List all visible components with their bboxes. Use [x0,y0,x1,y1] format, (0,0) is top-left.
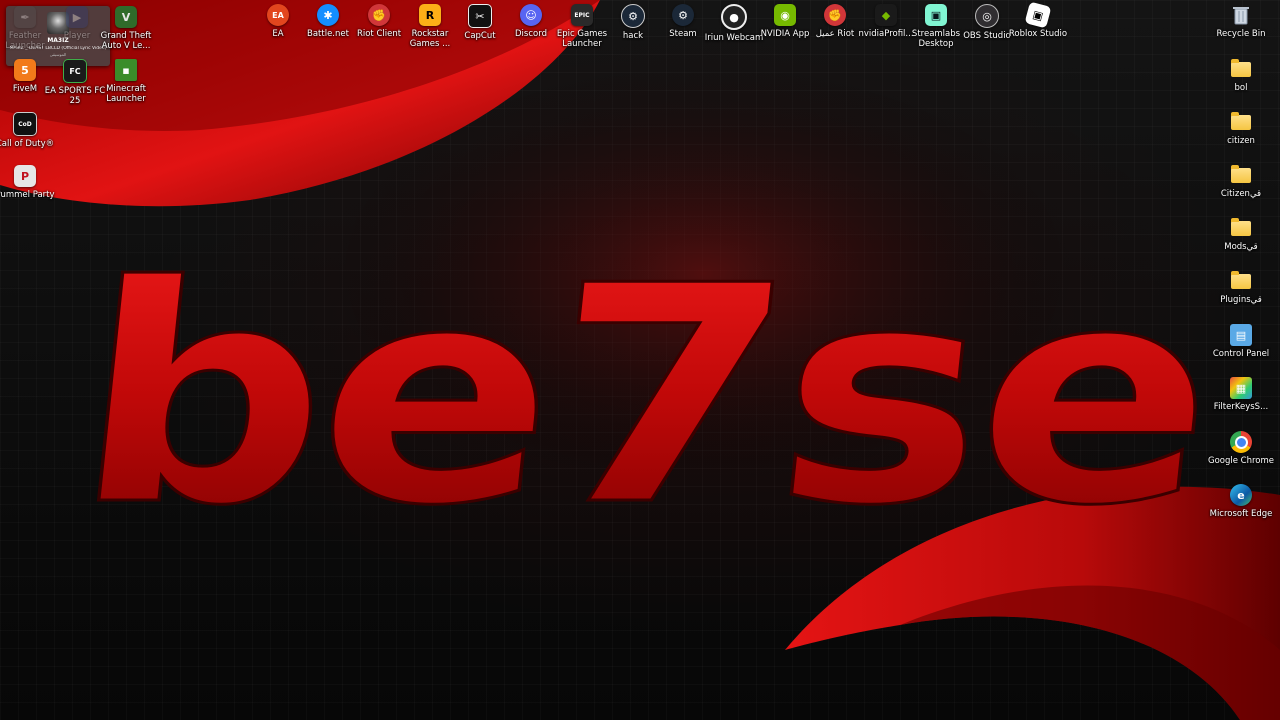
desktop-icon-folder-plugins[interactable]: Pluginsقي [1206,270,1276,305]
desktop-icon-filterkeys[interactable]: ▦ FilterKeysS... [1206,377,1276,412]
edge-icon: e [1230,484,1252,506]
rockstar-icon: R [419,4,441,26]
desktop-icon-edge[interactable]: e Microsoft Edge [1206,484,1276,519]
control-panel-icon: ▤ [1230,324,1252,346]
battlenet-icon: ✱ [317,4,339,26]
icon-label: Microsoft Edge [1209,509,1273,519]
wallpaper: be7se [0,0,1280,720]
steam-icon: ⚙ [672,4,694,26]
cod-icon: CoD [13,112,37,136]
icon-label: citizen [1227,136,1255,146]
nvidia-profile-icon: ◆ [875,4,897,26]
icon-label: Battle.net [307,29,349,39]
fivem-icon: 5 [14,59,36,81]
icon-label: Pummel Party [0,190,55,200]
filterkeys-icon: ▦ [1230,377,1252,399]
desktop-icon-minecraft[interactable]: ▪ Minecraft Launcher [91,59,161,104]
icon-label: Player [63,31,91,41]
capcut-icon: ✂ [468,4,492,28]
icon-label: Citizenقي [1220,189,1262,199]
icon-label: Pluginsقي [1220,295,1262,305]
icon-label: Grand Theft Auto V Le... [100,31,152,51]
fc25-icon: FC [63,59,87,83]
icon-label: Control Panel [1212,349,1270,359]
icon-label: Steam [669,29,697,39]
desktop-icon-gta[interactable]: V Grand Theft Auto V Le... [91,6,161,51]
riot-arabic-icon: ✊ [824,4,846,26]
folder-icon [1231,165,1251,183]
icon-label: EA [272,29,284,39]
icon-label: عميل Riot [815,29,855,39]
desktop-icon-folder-citizen[interactable]: citizen [1206,111,1276,146]
pummel-party-icon: P [14,165,36,187]
recycle-bin-icon [1230,4,1252,26]
folder-icon [1231,59,1251,77]
icon-label: FilterKeysS... [1213,402,1269,412]
media-source: الموسيقى [49,52,67,57]
gta-icon: V [115,6,137,28]
desktop-icon-control-panel[interactable]: ▤ Control Panel [1206,324,1276,359]
roblox-studio-icon: ▣ [1024,1,1052,29]
wallpaper-logo: be7se [61,221,1227,573]
desktop-icon-recycle-bin[interactable]: Recycle Bin [1206,4,1276,39]
desktop-icon-folder-citizen-qi[interactable]: Citizenقي [1206,164,1276,199]
desktop-icon-folder-mods[interactable]: Modsقي [1206,217,1276,252]
desktop-icon-chrome[interactable]: Google Chrome [1206,431,1276,466]
folder-icon [1231,112,1251,130]
icon-label: hack [622,31,644,41]
feather-icon: ✒ [14,6,36,28]
minecraft-icon: ▪ [115,59,137,81]
iriun-webcam-icon: ● [721,4,747,30]
icon-label: Modsقي [1224,242,1258,252]
nvidia-app-icon: ◉ [774,4,796,26]
desktop-icon-pummel-party[interactable]: P Pummel Party [0,165,60,200]
epic-games-icon: EPIC [571,4,593,26]
folder-icon [1231,218,1251,236]
icon-label: Discord [515,29,547,39]
desktop-icon-roblox-studio[interactable]: ▣ Roblox Studio [1003,1,1073,39]
icon-label: Call of Duty® [0,139,55,149]
obs-icon: ◎ [975,4,999,28]
icon-label: bol [1234,83,1248,93]
icon-label: Recycle Bin [1216,29,1266,39]
icon-label: Minecraft Launcher [106,84,146,104]
riot-client-icon: ✊ [368,4,390,26]
streamlabs-icon: ▣ [925,4,947,26]
discord-icon: ☺ [520,4,542,26]
icon-label: FiveM [12,84,38,94]
ea-icon: EA [267,4,289,26]
folder-icon [1231,271,1251,289]
icon-label: Google Chrome [1207,456,1275,466]
player-icon: ▶ [66,6,88,28]
icon-label: Roblox Studio [1008,29,1068,39]
chrome-icon [1230,431,1252,453]
desktop: be7se MA3IZ MA3IZ _ DEAST LBCLD (Officia… [0,0,1280,720]
hack-icon: ⚙ [621,4,645,28]
desktop-icon-folder-bol[interactable]: bol [1206,58,1276,93]
icon-label: CapCut [464,31,496,41]
wallpaper-logo-text: be7se [62,222,1225,571]
desktop-icon-cod[interactable]: CoD Call of Duty® [0,112,60,149]
